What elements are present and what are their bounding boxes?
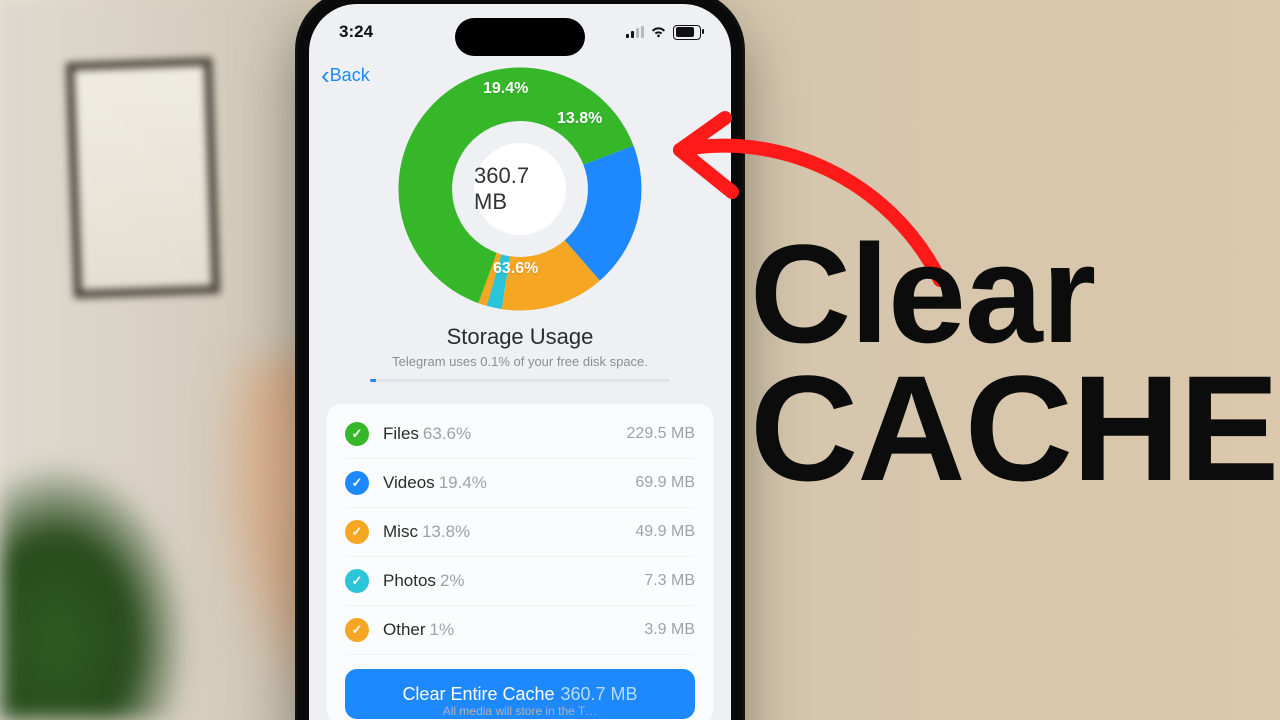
donut-total-label: 360.7 MB [474, 143, 566, 235]
back-button[interactable]: ‹ Back [321, 62, 370, 88]
list-item-photos[interactable]: ✓ Photos2% 7.3 MB [345, 557, 695, 606]
section-subtitle: Telegram uses 0.1% of your free disk spa… [309, 354, 731, 369]
section-title: Storage Usage [309, 324, 731, 350]
list-size: 229.5 MB [627, 425, 695, 443]
clear-cache-label: Clear Entire Cache [402, 684, 554, 705]
list-label: Files63.6% [383, 424, 471, 444]
status-time: 3:24 [339, 22, 373, 42]
overlay-line2: CACHE ! [750, 359, 1280, 497]
background-plant [0, 460, 190, 720]
footnote-text: All media will store in the T… [309, 704, 731, 718]
cellular-icon [626, 26, 644, 38]
clear-cache-amount: 360.7 MB [561, 684, 638, 705]
list-item-files[interactable]: ✓ Files63.6% 229.5 MB [345, 410, 695, 459]
list-size: 49.9 MB [635, 523, 695, 541]
list-item-videos[interactable]: ✓ Videos19.4% 69.9 MB [345, 459, 695, 508]
phone-device: 3:24 ‹ Back [295, 0, 745, 720]
donut-pct-files: 63.6% [493, 260, 538, 278]
list-item-misc[interactable]: ✓ Misc13.8% 49.9 MB [345, 508, 695, 557]
back-label: Back [330, 65, 370, 86]
list-label: Videos19.4% [383, 473, 487, 493]
list-item-other[interactable]: ✓ Other1% 3.9 MB [345, 606, 695, 655]
storage-list: ✓ Files63.6% 229.5 MB ✓ Videos19.4% 69.9… [327, 404, 713, 720]
check-icon: ✓ [345, 569, 369, 593]
background-frame [66, 58, 220, 299]
check-icon: ✓ [345, 422, 369, 446]
list-size: 69.9 MB [635, 474, 695, 492]
phone-screen: 3:24 ‹ Back [309, 4, 731, 720]
list-label: Other1% [383, 620, 454, 640]
check-icon: ✓ [345, 520, 369, 544]
disk-usage-bar [370, 379, 670, 382]
check-icon: ✓ [345, 471, 369, 495]
wifi-icon [650, 26, 667, 38]
check-icon: ✓ [345, 618, 369, 642]
overlay-line1: Clear [750, 230, 1280, 359]
overlay-headline: Clear CACHE ! [750, 230, 1280, 497]
donut-pct-misc: 13.8% [557, 110, 602, 128]
chevron-left-icon: ‹ [321, 62, 330, 88]
list-label: Photos2% [383, 571, 465, 591]
list-size: 3.9 MB [644, 621, 695, 639]
nav-bar: ‹ Back [309, 62, 731, 102]
battery-icon [673, 25, 701, 40]
section-header: Storage Usage Telegram uses 0.1% of your… [309, 324, 731, 382]
status-indicators [626, 25, 701, 40]
list-size: 7.3 MB [644, 572, 695, 590]
dynamic-island [455, 18, 585, 56]
list-label: Misc13.8% [383, 522, 470, 542]
thumbnail-stage: 3:24 ‹ Back [0, 0, 1280, 720]
